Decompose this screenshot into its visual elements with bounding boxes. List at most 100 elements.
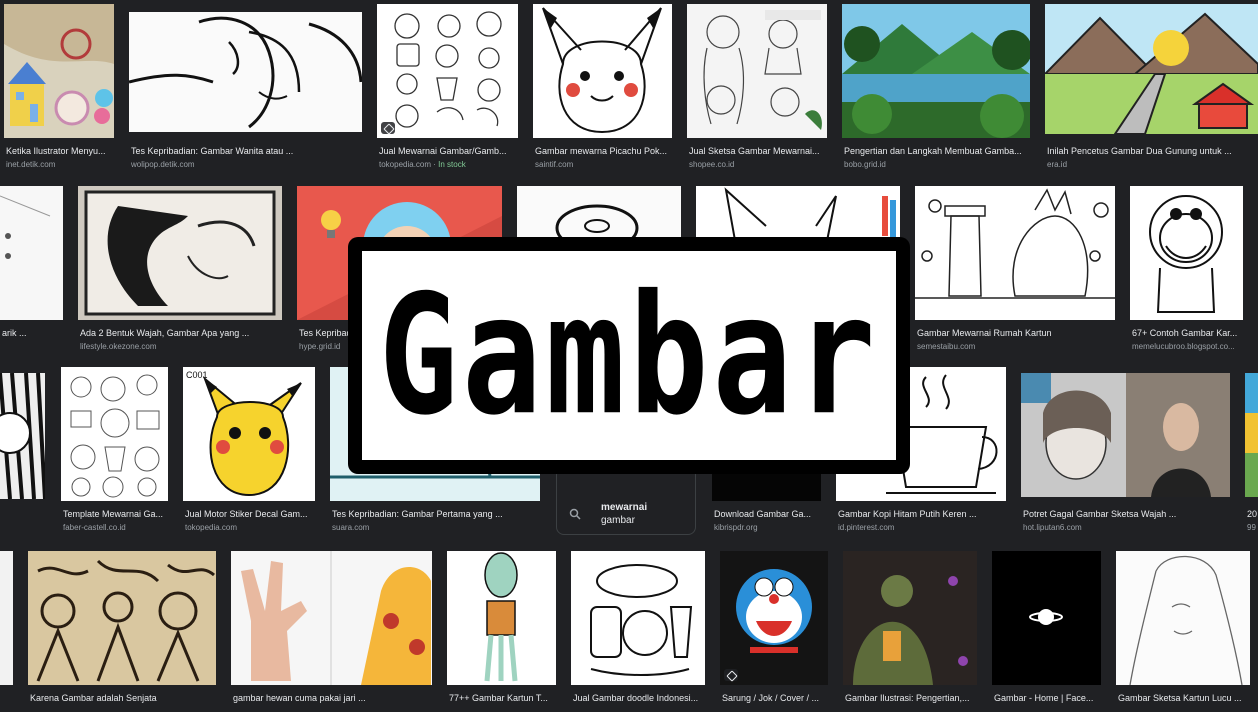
result-caption[interactable]: Sarung / Jok / Cover / ... [722, 693, 828, 704]
image-result[interactable]: Jual Gambar doodle Indonesi... [571, 551, 705, 712]
result-thumbnail[interactable] [1021, 373, 1230, 497]
result-source[interactable]: wolipop.detik.com [131, 160, 362, 170]
landscape-painting-image [842, 4, 1030, 138]
image-result[interactable]: Potret Gagal Gambar Sketsa Wajah ... hot… [1021, 373, 1230, 535]
image-result[interactable]: Jual Sketsa Gambar Mewarnai... shopee.co… [687, 4, 827, 172]
image-result[interactable]: Inilah Pencetus Gambar Dua Gunung untuk … [1045, 4, 1258, 172]
result-caption[interactable]: Gambar Mewarnai Rumah Kartun [917, 328, 1115, 339]
result-thumbnail[interactable] [1130, 186, 1243, 320]
result-thumbnail[interactable] [0, 186, 63, 320]
result-caption[interactable]: Gambar - Home | Face... [994, 693, 1101, 704]
image-result[interactable]: arik ... [0, 186, 63, 354]
result-thumbnail[interactable] [1245, 373, 1258, 497]
image-result[interactable]: Jual Mewarnai Gambar/Gamb... tokopedia.c… [377, 4, 518, 172]
result-source[interactable]: saintif.com [535, 160, 672, 170]
result-thumbnail[interactable] [129, 12, 362, 132]
result-caption[interactable]: Pengertian dan Langkah Membuat Gamba... [844, 146, 1030, 157]
related-search-chip[interactable]: mewarnai gambar [556, 467, 696, 535]
result-thumbnail[interactable] [377, 4, 518, 138]
hand-giraffe-image [231, 551, 432, 685]
result-source[interactable]: bobo.grid.id [844, 160, 1030, 170]
image-result[interactable]: Karena Gambar adalah Senjata [28, 551, 216, 712]
result-thumbnail[interactable] [61, 367, 168, 501]
result-thumbnail[interactable] [571, 551, 705, 685]
result-caption[interactable]: Jual Gambar doodle Indonesi... [573, 693, 705, 704]
image-result[interactable] [0, 373, 45, 499]
image-result[interactable]: Template Mewarnai Ga... faber-castell.co… [61, 367, 168, 535]
result-source[interactable]: shopee.co.id [689, 160, 827, 170]
two-mountains-drawing-image [1045, 4, 1258, 134]
result-thumbnail[interactable] [843, 551, 977, 685]
image-result[interactable]: Gambar mewarna Picachu Pok... saintif.co… [533, 4, 672, 172]
image-result[interactable]: 67+ Contoh Gambar Kar... memelucubroo.bl… [1130, 186, 1243, 354]
result-thumbnail[interactable] [533, 4, 672, 138]
result-source[interactable]: inet.detik.com [6, 160, 114, 170]
result-caption[interactable]: Tes Kepribadian: Gambar Pertama yang ... [332, 509, 540, 520]
result-caption[interactable]: Karena Gambar adalah Senjata [30, 693, 216, 704]
result-caption[interactable]: Tes Kepribadian: Gambar Wanita atau ... [131, 146, 362, 157]
image-result[interactable] [0, 551, 13, 712]
result-source[interactable]: faber-castell.co.id [63, 523, 168, 533]
result-source[interactable]: suara.com [332, 523, 540, 533]
result-caption[interactable]: Gambar Ilustrasi: Pengertian,... [845, 693, 977, 704]
result-caption[interactable]: Jual Motor Stiker Decal Gam... [185, 509, 315, 520]
result-caption[interactable]: Ketika Ilustrator Menyu... [6, 146, 114, 157]
result-thumbnail[interactable] [447, 551, 556, 685]
result-caption[interactable]: Gambar Kopi Hitam Putih Keren ... [838, 509, 1006, 520]
result-caption[interactable]: Gambar Sketsa Kartun Lucu ... [1118, 693, 1250, 704]
result-source[interactable]: kibrispdr.org [714, 523, 821, 533]
image-result[interactable]: Sarung / Jok / Cover / ... [720, 551, 828, 712]
result-caption[interactable]: Jual Sketsa Gambar Mewarnai... [689, 146, 827, 157]
result-caption[interactable]: Jual Mewarnai Gambar/Gamb... [379, 146, 518, 157]
result-caption[interactable]: Gambar mewarna Picachu Pok... [535, 146, 672, 157]
result-source[interactable]: semestaibu.com [917, 342, 1115, 352]
result-thumbnail[interactable] [0, 551, 13, 685]
result-caption[interactable]: 77++ Gambar Kartun T... [449, 693, 556, 704]
result-thumbnail[interactable] [915, 186, 1115, 320]
result-source[interactable]: memelucubroo.blogspot.co... [1132, 342, 1243, 352]
result-thumbnail[interactable] [842, 4, 1030, 138]
result-source[interactable]: lifestyle.okezone.com [80, 342, 282, 352]
result-thumbnail[interactable] [231, 551, 432, 685]
image-result[interactable]: 77++ Gambar Kartun T... [447, 551, 556, 712]
result-caption[interactable]: Template Mewarnai Ga... [63, 509, 168, 520]
image-result[interactable]: gambar hewan cuma pakai jari ... [231, 551, 432, 712]
result-source[interactable]: tokopedia.com · In stock [379, 160, 518, 170]
result-source[interactable]: 99 [1247, 523, 1258, 533]
illustration-lantern-image [843, 551, 977, 685]
result-thumbnail[interactable] [992, 551, 1101, 685]
image-result[interactable]: Pengertian dan Langkah Membuat Gamba... … [842, 4, 1030, 172]
result-caption[interactable]: Download Gambar Ga... [714, 509, 821, 520]
result-thumbnail[interactable] [1116, 551, 1250, 685]
image-result[interactable]: Gambar Ilustrasi: Pengertian,... [843, 551, 977, 712]
result-caption[interactable]: Ada 2 Bentuk Wajah, Gambar Apa yang ... [80, 328, 282, 339]
image-result[interactable]: Gambar - Home | Face... [992, 551, 1101, 712]
image-result[interactable]: C001 Jual Motor Stiker Decal Gam... toko… [183, 367, 315, 535]
result-caption[interactable]: 67+ Contoh Gambar Kar... [1132, 328, 1243, 339]
result-thumbnail[interactable] [1045, 4, 1258, 134]
image-result[interactable]: Gambar Mewarnai Rumah Kartun semestaibu.… [915, 186, 1115, 354]
result-source[interactable]: tokopedia.com [185, 523, 315, 533]
cartoon-house-coloring-image [915, 186, 1115, 320]
result-caption[interactable]: arik ... [2, 328, 63, 339]
result-caption[interactable]: 20 [1247, 509, 1258, 520]
result-source[interactable]: era.id [1047, 160, 1247, 170]
result-thumbnail[interactable] [0, 373, 45, 499]
woodcut-art-image [28, 551, 216, 685]
image-result[interactable]: Tes Kepribadian: Gambar Wanita atau ... … [129, 12, 362, 172]
image-result[interactable]: Gambar Sketsa Kartun Lucu ... [1116, 551, 1250, 712]
result-thumbnail[interactable] [78, 186, 282, 320]
result-thumbnail[interactable] [4, 4, 114, 138]
result-thumbnail[interactable] [720, 551, 828, 685]
result-caption[interactable]: Potret Gagal Gambar Sketsa Wajah ... [1023, 509, 1230, 520]
image-result[interactable]: Ada 2 Bentuk Wajah, Gambar Apa yang ... … [78, 186, 282, 354]
image-result[interactable]: 20 99 [1245, 373, 1258, 535]
result-caption[interactable]: Inilah Pencetus Gambar Dua Gunung untuk … [1047, 146, 1247, 157]
result-caption[interactable]: gambar hewan cuma pakai jari ... [233, 693, 432, 704]
image-result[interactable]: Ketika Ilustrator Menyu... inet.detik.co… [4, 4, 114, 172]
result-source[interactable]: hot.liputan6.com [1023, 523, 1230, 533]
result-source[interactable]: id.pinterest.com [838, 523, 1006, 533]
result-thumbnail[interactable]: C001 [183, 367, 315, 501]
result-thumbnail[interactable] [28, 551, 216, 685]
result-thumbnail[interactable] [687, 4, 827, 138]
